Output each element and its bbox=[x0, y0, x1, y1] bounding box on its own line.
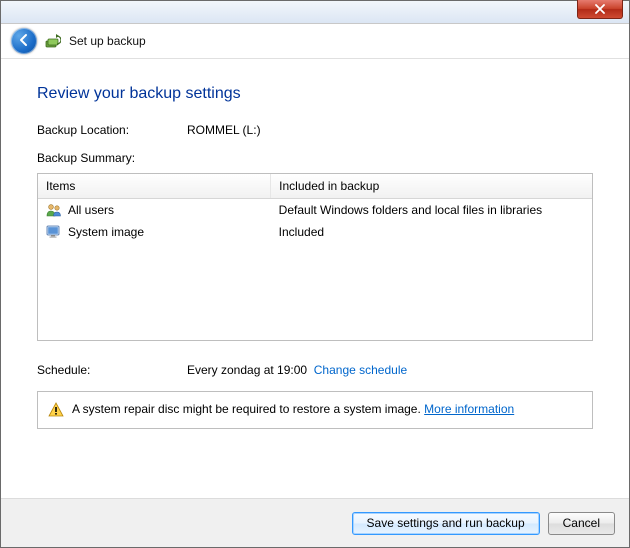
back-arrow-icon bbox=[17, 33, 31, 50]
close-icon bbox=[592, 1, 608, 17]
table-row[interactable]: All users Default Windows folders and lo… bbox=[38, 199, 592, 222]
close-button[interactable] bbox=[577, 0, 623, 19]
backup-location-row: Backup Location: ROMMEL (L:) bbox=[37, 123, 593, 137]
col-items[interactable]: Items bbox=[38, 174, 271, 199]
info-text-wrap: A system repair disc might be required t… bbox=[72, 402, 514, 416]
col-included[interactable]: Included in backup bbox=[271, 174, 592, 199]
schedule-row: Schedule: Every zondag at 19:00 Change s… bbox=[37, 363, 593, 377]
titlebar bbox=[1, 1, 629, 24]
save-and-run-button[interactable]: Save settings and run backup bbox=[352, 512, 540, 535]
row-item: System image bbox=[68, 225, 144, 239]
info-box: A system repair disc might be required t… bbox=[37, 391, 593, 429]
summary-table: Items Included in backup bbox=[38, 174, 592, 243]
row-included: Included bbox=[271, 221, 592, 243]
monitor-icon bbox=[46, 224, 62, 240]
cancel-button[interactable]: Cancel bbox=[548, 512, 615, 535]
table-row[interactable]: System image Included bbox=[38, 221, 592, 243]
row-included: Default Windows folders and local files … bbox=[271, 199, 592, 222]
summary-table-container: Items Included in backup bbox=[37, 173, 593, 341]
footer: Save settings and run backup Cancel bbox=[1, 498, 629, 547]
warning-icon bbox=[48, 402, 64, 418]
backup-location-label: Backup Location: bbox=[37, 123, 187, 137]
page-heading: Review your backup settings bbox=[37, 85, 593, 103]
back-button[interactable] bbox=[11, 28, 37, 54]
backup-summary-label: Backup Summary: bbox=[37, 151, 593, 165]
info-text: A system repair disc might be required t… bbox=[72, 402, 424, 416]
schedule-value: Every zondag at 19:00 bbox=[187, 363, 307, 377]
change-schedule-link[interactable]: Change schedule bbox=[314, 363, 407, 377]
wizard-title: Set up backup bbox=[69, 34, 146, 48]
wizard-window: Set up backup Review your backup setting… bbox=[0, 0, 630, 548]
row-item: All users bbox=[68, 203, 114, 217]
more-information-link[interactable]: More information bbox=[424, 402, 514, 416]
content-area: Review your backup settings Backup Locat… bbox=[1, 59, 629, 498]
users-icon bbox=[46, 202, 62, 218]
backup-wizard-icon bbox=[45, 33, 61, 49]
backup-location-value: ROMMEL (L:) bbox=[187, 123, 261, 137]
nav-row: Set up backup bbox=[1, 24, 629, 59]
schedule-label: Schedule: bbox=[37, 363, 187, 377]
